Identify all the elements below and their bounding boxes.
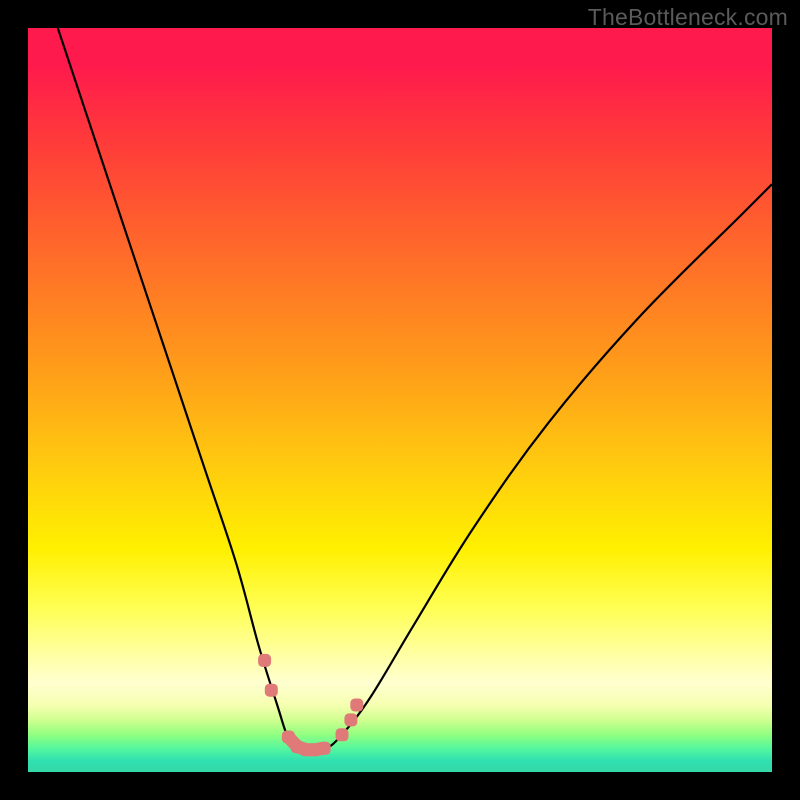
- bottleneck-curve-svg: [28, 28, 772, 772]
- bottleneck-curve-line: [58, 28, 772, 751]
- curve-marker: [318, 742, 331, 755]
- curve-markers: [258, 654, 363, 756]
- curve-marker: [336, 728, 349, 741]
- curve-marker: [265, 684, 278, 697]
- curve-marker: [350, 699, 363, 712]
- chart-frame: [28, 28, 772, 772]
- curve-marker: [344, 713, 357, 726]
- curve-marker: [258, 654, 271, 667]
- watermark-text: TheBottleneck.com: [588, 4, 788, 31]
